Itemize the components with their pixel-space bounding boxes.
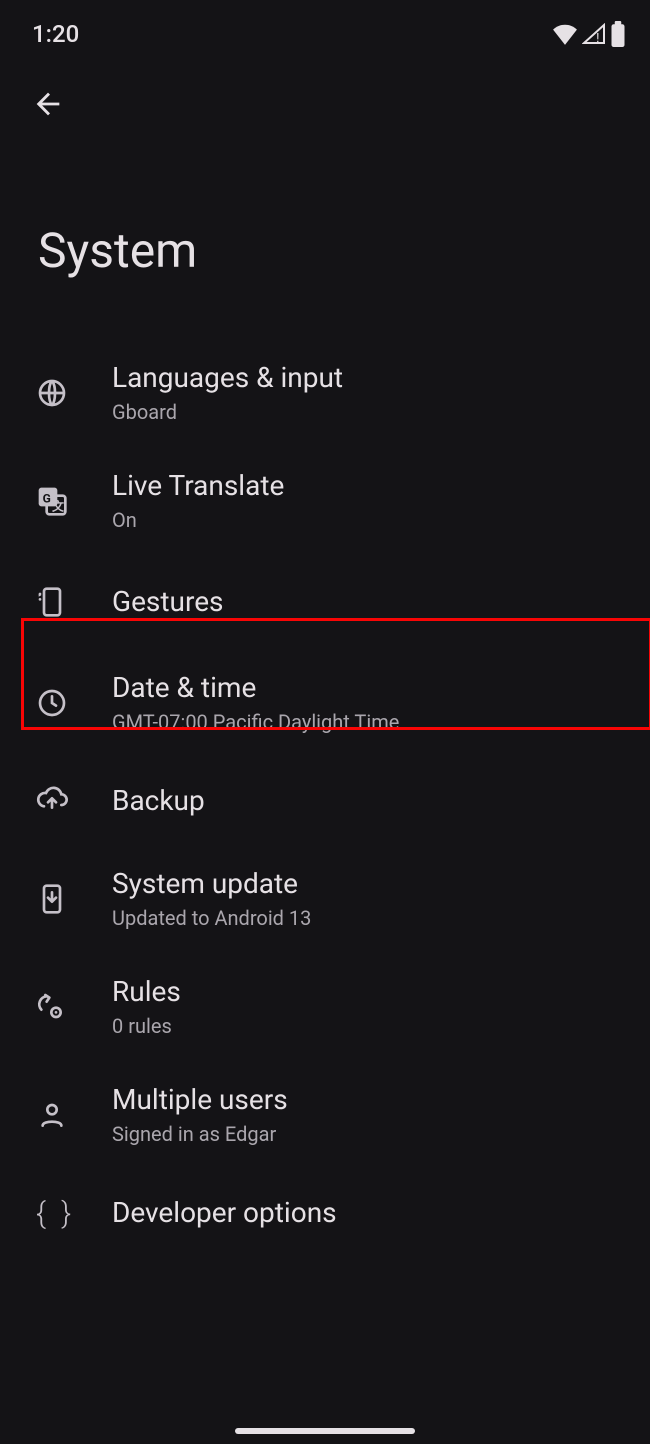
toolbar [0, 56, 650, 128]
settings-item-backup[interactable]: Backup [0, 757, 650, 845]
item-title: Live Translate [112, 469, 622, 503]
item-title: Rules [112, 975, 622, 1009]
back-button[interactable] [24, 80, 72, 128]
arrow-left-icon [31, 87, 65, 121]
cloud-upload-icon [36, 785, 68, 817]
settings-item-date-time[interactable]: Date & time GMT-07:00 Pacific Daylight T… [0, 649, 650, 757]
item-title: Backup [112, 784, 622, 818]
status-icons: ! [552, 21, 626, 47]
item-title: Date & time [112, 671, 622, 705]
settings-item-rules[interactable]: Rules 0 rules [0, 953, 650, 1061]
item-title: Multiple users [112, 1083, 622, 1117]
settings-list: Languages & input Gboard G文 Live Transla… [0, 339, 650, 1257]
svg-text:!: ! [596, 30, 600, 45]
item-subtitle: On [112, 507, 622, 533]
cellular-icon: ! [582, 23, 606, 45]
translate-icon: G文 [36, 485, 68, 517]
settings-item-system-update[interactable]: System update Updated to Android 13 [0, 845, 650, 953]
item-title: System update [112, 867, 622, 901]
svg-text:文: 文 [52, 498, 65, 513]
svg-text:G: G [43, 491, 51, 505]
person-icon [36, 1099, 68, 1131]
item-subtitle: GMT-07:00 Pacific Daylight Time [112, 709, 622, 735]
item-subtitle: Gboard [112, 399, 622, 425]
item-title: Developer options [112, 1196, 622, 1230]
status-bar: 1:20 ! [0, 0, 650, 56]
page-title: System [0, 128, 650, 339]
item-subtitle: 0 rules [112, 1013, 622, 1039]
globe-icon [36, 377, 68, 409]
clock-icon [36, 687, 68, 719]
rules-icon [36, 991, 68, 1023]
battery-icon [610, 21, 626, 47]
braces-icon: { } [36, 1196, 75, 1231]
status-time: 1:20 [32, 20, 79, 48]
gesture-phone-icon [36, 586, 68, 618]
settings-item-multiple-users[interactable]: Multiple users Signed in as Edgar [0, 1061, 650, 1169]
item-subtitle: Signed in as Edgar [112, 1121, 622, 1147]
settings-item-developer-options[interactable]: { } Developer options [0, 1169, 650, 1257]
system-update-icon [36, 883, 68, 915]
item-title: Languages & input [112, 361, 622, 395]
settings-item-live-translate[interactable]: G文 Live Translate On [0, 447, 650, 555]
settings-item-gestures[interactable]: Gestures [0, 555, 650, 649]
item-title: Gestures [112, 585, 622, 619]
settings-item-languages[interactable]: Languages & input Gboard [0, 339, 650, 447]
item-subtitle: Updated to Android 13 [112, 905, 622, 931]
gesture-nav-bar[interactable] [235, 1428, 415, 1434]
wifi-icon [552, 23, 578, 45]
